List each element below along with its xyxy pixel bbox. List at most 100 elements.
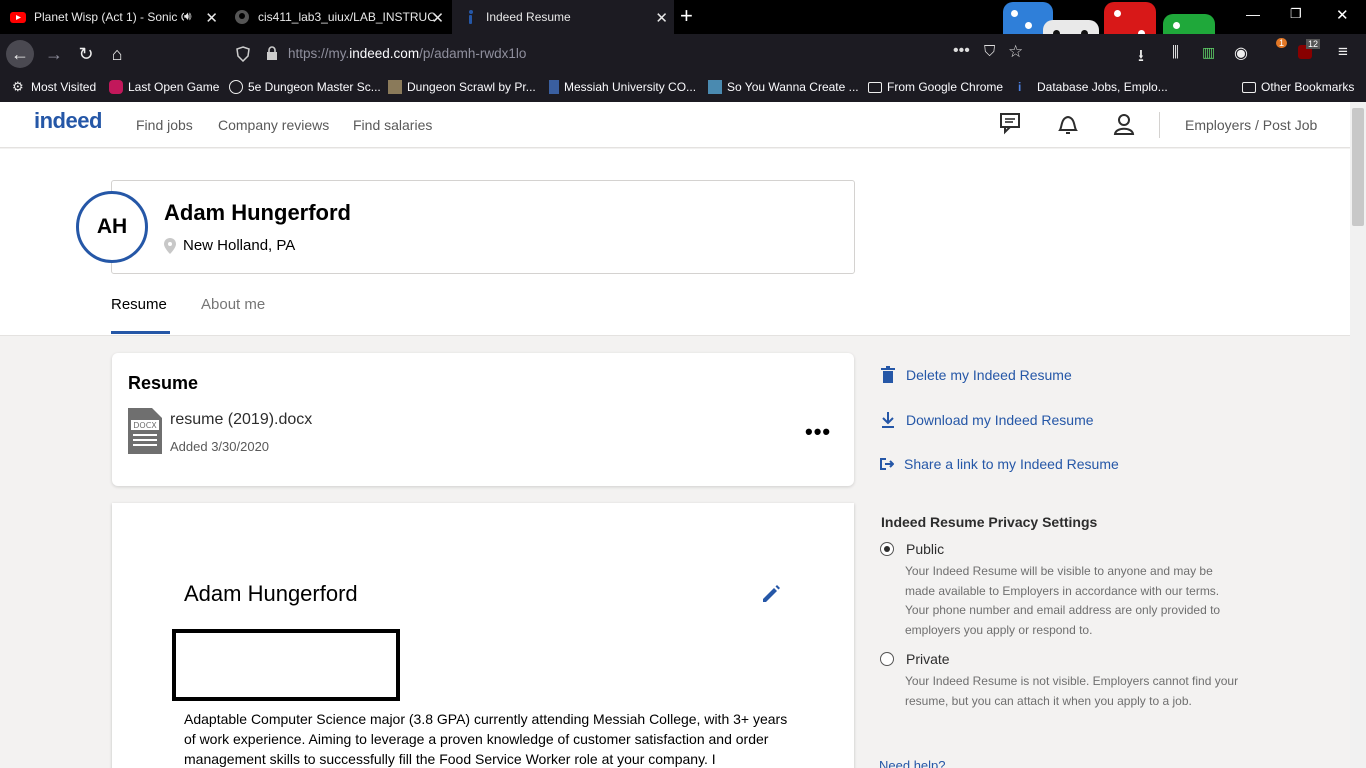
public-radio[interactable]: [880, 542, 894, 556]
header-divider: [1159, 112, 1160, 138]
gear-icon: ⚙: [12, 79, 24, 94]
profile-section: AH Adam Hungerford New Holland, PA Resum…: [0, 149, 1350, 336]
bookmark-star-icon[interactable]: ☆: [1008, 42, 1023, 62]
messages-icon[interactable]: [998, 110, 1026, 138]
edit-pencil-icon[interactable]: [760, 583, 782, 605]
tab-title: Planet Wisp (Act 1) - Sonic C: [34, 10, 184, 24]
private-description: Your Indeed Resume is not visible. Emplo…: [905, 674, 1239, 708]
bookmark-folder-chrome[interactable]: From Google Chrome: [868, 80, 1003, 94]
tab-title: cis411_lab3_uiux/LAB_INSTRUC: [258, 10, 434, 24]
svg-text:DOCX: DOCX: [133, 421, 157, 430]
site-header: indeed Find jobs Company reviews Find sa…: [0, 102, 1350, 148]
folder-icon: [868, 81, 882, 93]
tower-icon: [549, 80, 559, 94]
resume-document: Adam Hungerford Adaptable Computer Scien…: [112, 503, 854, 768]
github-icon: [235, 10, 249, 24]
resume-doc-name: Adam Hungerford: [184, 581, 358, 606]
minimize-icon[interactable]: —: [1246, 6, 1260, 22]
profile-name: Adam Hungerford: [164, 200, 351, 225]
trash-icon: [881, 366, 895, 383]
menu-icon[interactable]: ≡: [1338, 42, 1348, 62]
nav-company-reviews[interactable]: Company reviews: [218, 117, 329, 133]
download-icon: [882, 412, 894, 428]
restore-icon[interactable]: ❐: [1290, 6, 1302, 22]
youtube-icon: [10, 12, 26, 23]
bookmark-other[interactable]: Other Bookmarks: [1242, 80, 1354, 94]
tab-github-lab[interactable]: cis411_lab3_uiux/LAB_INSTRUC ✕: [224, 0, 450, 34]
shield-icon[interactable]: [236, 46, 250, 62]
scrollbar-thumb[interactable]: [1352, 108, 1364, 226]
tab-planet-wisp[interactable]: Planet Wisp (Act 1) - Sonic C 🔊︎ ✕: [0, 0, 224, 34]
url-bar[interactable]: https://my.indeed.com/p/adamh-rwdx1lo ••…: [228, 38, 1023, 68]
resume-card-title: Resume: [128, 373, 199, 393]
public-description: Your Indeed Resume will be visible to an…: [905, 564, 1221, 638]
close-tab-icon[interactable]: ✕: [205, 9, 218, 27]
indeed-icon: [469, 10, 473, 24]
speaker-icon[interactable]: 🔊︎: [184, 9, 192, 24]
private-radio[interactable]: [880, 652, 894, 666]
page-content: indeed Find jobs Company reviews Find sa…: [0, 102, 1366, 768]
employers-post-job-link[interactable]: Employers / Post Job: [1185, 117, 1317, 133]
private-label[interactable]: Private: [906, 651, 950, 667]
nav-find-salaries[interactable]: Find salaries: [353, 117, 432, 133]
game-icon: [109, 80, 123, 94]
bookmark-so-you-wanna[interactable]: So You Wanna Create ...: [708, 80, 859, 94]
resume-file-name[interactable]: resume (2019).docx: [170, 411, 312, 429]
tab-indeed-resume[interactable]: Indeed Resume ✕: [452, 0, 674, 34]
url-text: https://my.indeed.com/p/adamh-rwdx1lo: [288, 46, 527, 61]
docx-file-icon: DOCX: [128, 408, 162, 454]
bookmark-dungeon-master[interactable]: 5e Dungeon Master Sc...: [229, 80, 381, 94]
bookmark-last-open-game[interactable]: Last Open Game: [109, 80, 219, 94]
share-icon: [880, 458, 894, 470]
delete-resume-link[interactable]: Delete my Indeed Resume: [880, 366, 1072, 384]
globe-icon: [229, 80, 243, 94]
new-tab-icon[interactable]: +: [680, 5, 693, 27]
bookmark-dungeon-scrawl[interactable]: Dungeon Scrawl by Pr...: [388, 80, 536, 94]
resume-summary: Adaptable Computer Science major (3.8 GP…: [184, 711, 788, 767]
forward-button[interactable]: →: [40, 40, 68, 68]
browser-toolbar: ← → ↻ ⌂ https://my.indeed.com/p/adamh-rw…: [0, 34, 1366, 72]
resume-added-date: Added 3/30/2020: [170, 439, 270, 454]
bookmark-most-visited[interactable]: ⚙ Most Visited: [12, 79, 96, 95]
privacy-settings-title: Indeed Resume Privacy Settings: [881, 514, 1098, 530]
close-tab-icon[interactable]: ✕: [655, 9, 668, 27]
lock-icon[interactable]: [266, 46, 278, 60]
account-icon[interactable]: ◉: [1234, 43, 1248, 63]
reload-button[interactable]: ↻: [72, 40, 100, 68]
page-scrollbar[interactable]: [1350, 102, 1366, 768]
close-tab-icon[interactable]: ✕: [431, 9, 444, 27]
profile-location: New Holland, PA: [183, 237, 296, 254]
bookmark-messiah[interactable]: Messiah University CO...: [549, 80, 696, 94]
share-resume-link[interactable]: Share a link to my Indeed Resume: [880, 456, 1119, 472]
folder-icon: [1242, 81, 1256, 93]
location-pin-icon: [164, 238, 176, 254]
resume-file-card: Resume DOCX resume (2019).docx Added 3/3…: [112, 353, 854, 486]
back-button[interactable]: ←: [6, 40, 34, 68]
need-help-link[interactable]: Need help?: [879, 758, 946, 768]
image-icon: [708, 80, 722, 94]
close-window-icon[interactable]: ✕: [1336, 6, 1349, 24]
indeed-logo[interactable]: indeed: [34, 108, 102, 134]
pocket-icon[interactable]: ⛉: [984, 43, 995, 60]
profile-icon[interactable]: [1110, 110, 1138, 138]
home-button[interactable]: ⌂: [103, 40, 131, 68]
bookmark-database-jobs[interactable]: i Database Jobs, Emplo...: [1018, 80, 1168, 94]
public-label[interactable]: Public: [906, 541, 944, 557]
extension-badge: 1: [1276, 38, 1288, 48]
redacted-contact-box: [172, 629, 400, 701]
profile-card: Adam Hungerford New Holland, PA: [111, 180, 855, 274]
download-resume-link[interactable]: Download my Indeed Resume: [880, 411, 1094, 429]
reader-icon[interactable]: ▥: [1202, 44, 1215, 61]
notifications-bell-icon[interactable]: [1054, 110, 1082, 138]
nav-find-jobs[interactable]: Find jobs: [136, 117, 193, 133]
ublock-badge: 12: [1306, 39, 1321, 49]
tab-about-me[interactable]: About me: [201, 296, 265, 313]
active-tab-indicator: [111, 331, 170, 334]
browser-tab-strip: Planet Wisp (Act 1) - Sonic C 🔊︎ ✕ cis41…: [0, 0, 1366, 90]
downloads-icon[interactable]: ⭳: [1138, 43, 1144, 72]
page-actions-icon[interactable]: •••: [953, 42, 970, 60]
library-icon[interactable]: ⫼: [1172, 44, 1179, 61]
avatar: AH: [76, 191, 148, 263]
tab-resume[interactable]: Resume: [111, 296, 167, 313]
more-options-button[interactable]: •••: [805, 419, 831, 445]
